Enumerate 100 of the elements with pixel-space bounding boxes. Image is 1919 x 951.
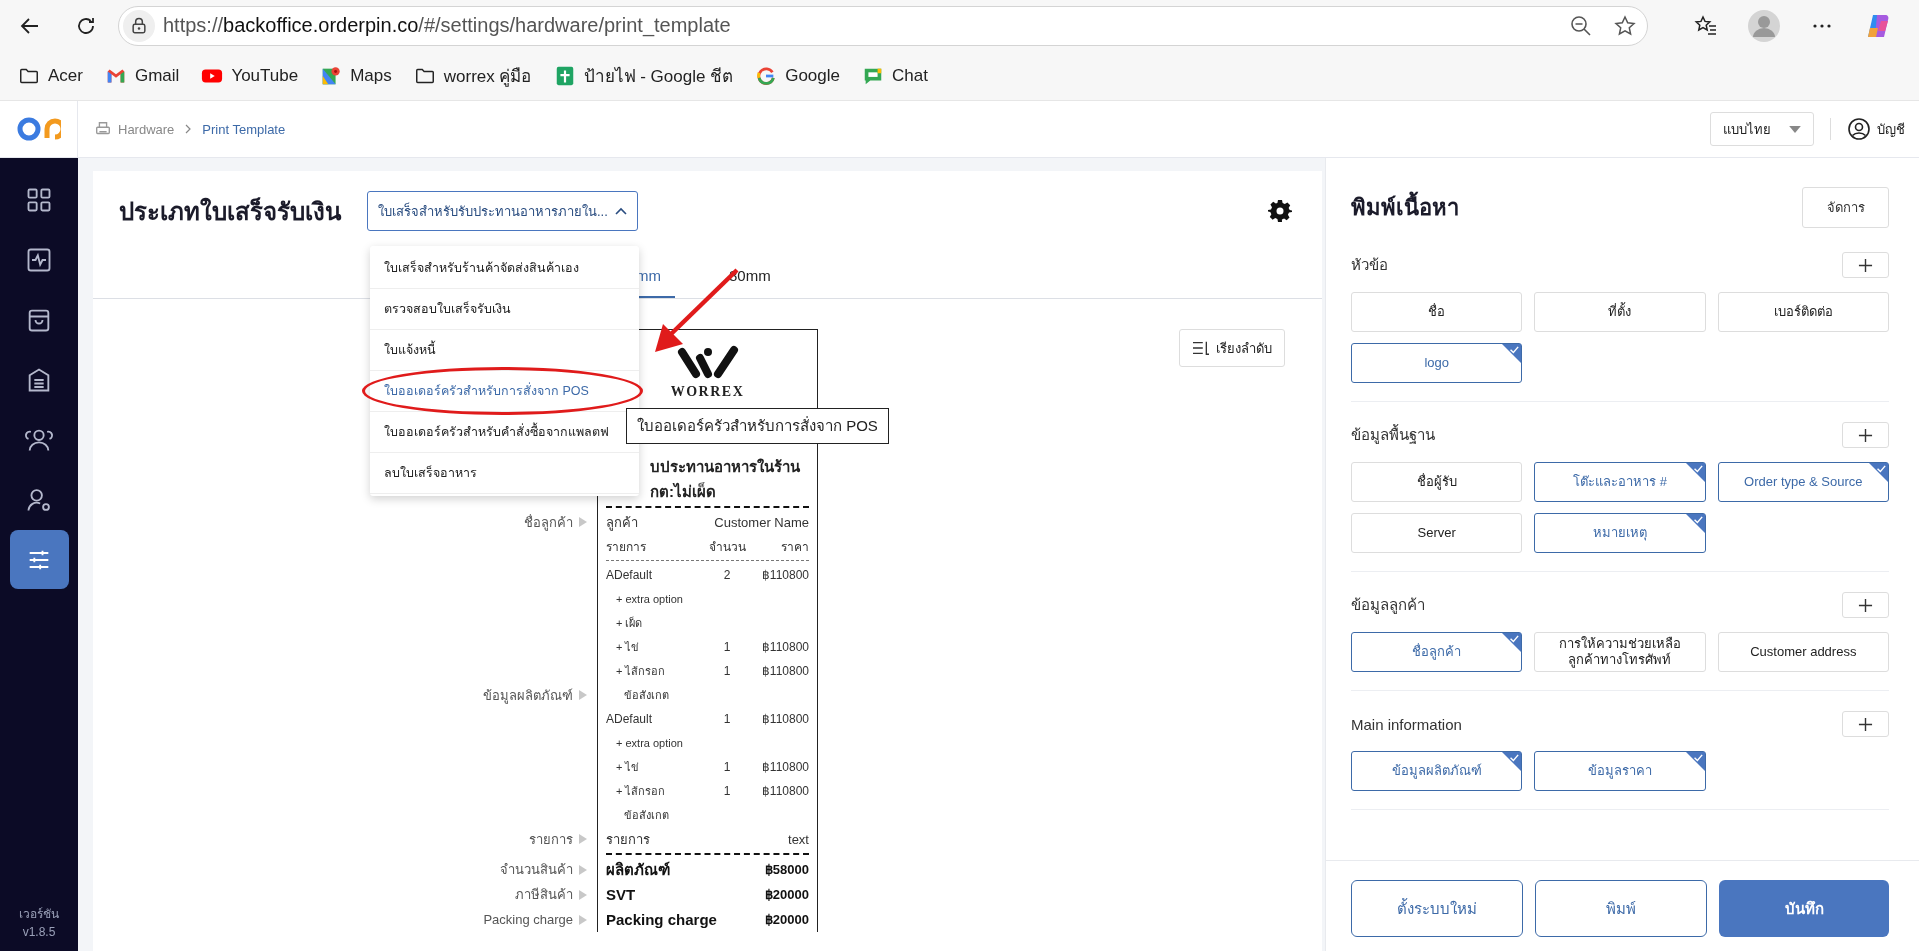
- account-button[interactable]: บัญชี: [1847, 117, 1905, 141]
- receipt-text: ราคา: [780, 538, 809, 556]
- receipt-title: กต:ไม่เผ็ด: [650, 481, 717, 502]
- receipt-text: + ไส้กรอก: [615, 784, 667, 799]
- receipt-text: ฿110800: [760, 640, 809, 654]
- tooltip: ใบออเดอร์ครัวสำหรับการสั่งจาก POS: [626, 408, 889, 444]
- bookmark-link[interactable]: worrex คู่มือ: [413, 62, 532, 89]
- manage-button[interactable]: จัดการ: [1802, 186, 1889, 228]
- field-toggle[interactable]: หมายเหตุ: [1534, 513, 1706, 553]
- nav-item[interactable]: [9, 530, 69, 589]
- receipt-text: 2: [722, 568, 732, 582]
- field-toggle[interactable]: โต๊ะและอาหาร #: [1534, 462, 1706, 502]
- section-title: หัวข้อ: [1351, 255, 1388, 275]
- receipt-text: + extra option: [615, 593, 684, 605]
- field-label: ข้อมูลผลิตภัณฑ์: [483, 686, 573, 706]
- chevron-icon: [615, 207, 627, 215]
- check-corner-icon: [1685, 514, 1705, 533]
- bookmark-link[interactable]: Acer: [18, 64, 83, 87]
- add-button[interactable]: [1842, 252, 1889, 278]
- receipt-text: text: [788, 831, 809, 847]
- field-toggle[interactable]: ที่ตั้ง: [1534, 292, 1706, 332]
- dropdown-option[interactable]: ใบเสร็จสำหรับร้านค้าจัดส่งสินค้าเอง: [370, 248, 639, 289]
- receipt-text: 1: [722, 712, 732, 726]
- section-title: ข้อมูลพื้นฐาน: [1351, 423, 1435, 446]
- language-select[interactable]: แบบไทย: [1710, 112, 1814, 146]
- field-toggle[interactable]: การให้ความช่วยเหลือลูกค้าทางโทรศัพท์: [1534, 632, 1706, 672]
- version-label: เวอร์ชัน v1.8.5: [19, 906, 59, 941]
- field-toggle[interactable]: ชื่อลูกค้า: [1351, 632, 1523, 672]
- footer-button[interactable]: ตั้งระบบใหม่: [1351, 880, 1523, 937]
- map-icon: [320, 64, 343, 87]
- receipt-text: SVT: [606, 886, 636, 903]
- field-toggle[interactable]: เบอร์ติดต่อ: [1717, 292, 1889, 332]
- bookmark-link[interactable]: Maps: [320, 64, 392, 87]
- receipt-text: ลูกค้า: [606, 513, 638, 533]
- panel-title: พิมพ์เนื้อหา: [1351, 189, 1459, 225]
- receipt-text: + ไส้กรอก: [615, 664, 667, 679]
- brand-name: WORREX: [670, 384, 745, 400]
- bookmark-link[interactable]: Google: [755, 64, 840, 87]
- receipt-text: ฿110800: [760, 784, 809, 798]
- receipt-title: บประทานอาหารในร้าน: [650, 457, 801, 477]
- breadcrumb-link[interactable]: Hardware: [118, 121, 175, 137]
- receipt-text: 1: [722, 784, 732, 798]
- receipt-text: 1: [722, 760, 732, 774]
- receipt-text: Customer Name: [714, 514, 809, 530]
- field-toggle[interactable]: Server: [1351, 513, 1523, 553]
- page-title: ประเภทใบเสร็จรับเงิน: [119, 196, 341, 227]
- caret-icon: [1789, 125, 1801, 133]
- section-title: Main information: [1351, 715, 1462, 733]
- dropdown-option[interactable]: ลบใบเสร็จอาหาร: [370, 453, 639, 494]
- check-corner-icon: [1502, 344, 1522, 363]
- section-title: ข้อมูลลูกค้า: [1351, 595, 1425, 616]
- field-toggle[interactable]: ชื่อ: [1351, 292, 1523, 332]
- add-button[interactable]: [1842, 711, 1889, 737]
- lock-icon[interactable]: [129, 15, 149, 36]
- footer-button[interactable]: พิมพ์: [1535, 880, 1707, 937]
- breadcrumb-link[interactable]: Print Template: [202, 121, 286, 137]
- star-icon[interactable]: [1613, 13, 1637, 38]
- receipt-text: ADefault: [606, 712, 654, 726]
- field-toggle[interactable]: ชื่อผู้รับ: [1351, 462, 1523, 502]
- footer-button[interactable]: บันทึก: [1719, 880, 1889, 937]
- favorites-icon[interactable]: [1694, 13, 1718, 38]
- add-button[interactable]: [1842, 592, 1889, 618]
- receipt-text: ฿110800: [760, 712, 809, 726]
- receipt-text: ข้อสังเกต: [623, 808, 670, 823]
- receipt-text: ฿58000: [764, 862, 809, 877]
- sort-button[interactable]: เรียงลำดับ: [1179, 329, 1285, 367]
- google-g-icon: [755, 64, 778, 87]
- dropdown-option[interactable]: ตรวจสอบใบเสร็จรับเงิน: [370, 289, 639, 330]
- field-label: ชื่อลูกค้า: [524, 513, 573, 533]
- receipt-text: ฿20000: [764, 912, 809, 927]
- bookmark-link[interactable]: YouTube: [201, 64, 299, 87]
- dropdown-option[interactable]: ใบแจ้งหนี้: [370, 330, 639, 371]
- check-corner-icon: [1685, 463, 1705, 482]
- address-bar[interactable]: https://backoffice.orderpin.co/#/settings/hardware/print_template: [118, 5, 1648, 46]
- bookmark-link[interactable]: Chat: [862, 64, 928, 87]
- field-label: จำนวนสินค้า: [500, 861, 573, 879]
- plus-icon: [1858, 597, 1873, 613]
- receipt-text: ฿110800: [760, 760, 809, 774]
- receipt-text: ข้อสังเกต: [623, 688, 670, 703]
- field-label: ภาษีสินค้า: [515, 886, 573, 904]
- receipt-text: + ไข่: [615, 760, 641, 775]
- receipt-text: ผลิตภัณฑ์: [606, 859, 670, 880]
- field-toggle[interactable]: ข้อมูลผลิตภัณฑ์: [1351, 751, 1523, 791]
- field-label: รายการ: [529, 830, 573, 849]
- template-select[interactable]: ใบเสร็จสำหรับรับประทานอาหารภายใน...: [367, 191, 638, 231]
- check-corner-icon: [1502, 633, 1522, 652]
- receipt-text: ฿110800: [760, 568, 809, 582]
- receipt-text: จำนวน: [707, 538, 747, 556]
- url-text: https://backoffice.orderpin.co/#/settings/hardware/print_template: [163, 14, 732, 37]
- field-toggle[interactable]: ข้อมูลราคา: [1534, 751, 1706, 791]
- bookmark-link[interactable]: Gmail: [104, 64, 180, 87]
- field-toggle[interactable]: Customer address: [1717, 632, 1889, 672]
- profile-avatar-icon[interactable]: [1748, 9, 1780, 42]
- zoom-out-icon[interactable]: [1569, 13, 1593, 38]
- add-button[interactable]: [1842, 422, 1889, 448]
- bookmark-link[interactable]: ป้ายไฟ - Google ชีต: [553, 62, 734, 89]
- settings-icon[interactable]: [1268, 199, 1292, 223]
- receipt-text: 1: [722, 640, 732, 654]
- field-toggle[interactable]: Order type & Source: [1717, 462, 1889, 502]
- field-toggle[interactable]: logo: [1351, 343, 1523, 383]
